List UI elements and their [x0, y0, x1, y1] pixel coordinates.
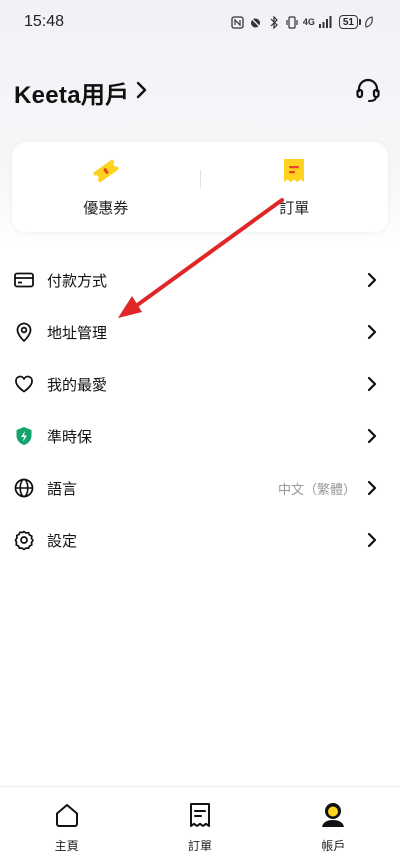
- account-header: Keeta用戶: [14, 72, 386, 112]
- nav-label: 訂單: [187, 839, 212, 853]
- nav-tab-orders[interactable]: 訂單: [133, 801, 266, 854]
- menu-label: 我的最愛: [47, 376, 108, 394]
- nav-label: 主頁: [54, 839, 79, 853]
- coupon-icon: [91, 156, 121, 191]
- nav-tab-home[interactable]: 主頁: [0, 801, 133, 854]
- menu-label: 準時保: [47, 428, 93, 446]
- alarm-off-icon: [249, 15, 263, 29]
- chevron-right-icon: [366, 532, 378, 548]
- user-name: Keeta用戶: [14, 81, 130, 109]
- heart-icon: [13, 373, 35, 395]
- account-menu: 付款方式 地址管理 我的最愛 準時保 語言 中文（繁體） 設定: [0, 254, 400, 566]
- status-bar: 15:48 4G 51: [0, 0, 400, 44]
- menu-item-payment-methods[interactable]: 付款方式: [0, 254, 400, 306]
- signal-icon: [319, 15, 333, 29]
- location-pin-icon: [13, 321, 35, 343]
- globe-icon: [13, 477, 35, 499]
- status-time: 15:48: [24, 13, 65, 30]
- menu-label: 地址管理: [47, 324, 108, 342]
- gear-icon: [13, 529, 35, 551]
- chevron-right-icon: [366, 480, 378, 496]
- bottom-nav: 主頁 訂單 帳戶: [0, 786, 400, 866]
- leaf-icon: [362, 15, 376, 29]
- chevron-right-icon: [135, 81, 147, 104]
- chevron-right-icon: [366, 272, 378, 288]
- home-icon: [53, 801, 81, 834]
- receipt-icon: [280, 156, 308, 191]
- coupons-label: 優惠券: [83, 200, 129, 217]
- shortcut-card: 優惠券 訂單: [12, 142, 388, 232]
- menu-item-settings[interactable]: 設定: [0, 514, 400, 566]
- chevron-right-icon: [366, 376, 378, 392]
- menu-label: 付款方式: [47, 272, 108, 290]
- shield-bolt-icon: [13, 425, 35, 447]
- battery-indicator: 51: [338, 15, 362, 29]
- bluetooth-icon: [267, 15, 281, 29]
- receipt-icon: [186, 801, 214, 834]
- orders-label: 訂單: [279, 200, 310, 217]
- status-icons: 4G 51: [231, 15, 376, 29]
- menu-item-address-management[interactable]: 地址管理: [0, 306, 400, 358]
- account-icon: [319, 801, 347, 834]
- nfc-icon: [231, 15, 245, 29]
- headset-icon: [354, 76, 382, 109]
- support-button[interactable]: [350, 74, 386, 110]
- chevron-right-icon: [366, 428, 378, 444]
- credit-card-icon: [13, 269, 35, 291]
- network-label: 4G: [302, 17, 315, 27]
- menu-item-favorites[interactable]: 我的最愛: [0, 358, 400, 410]
- coupons-shortcut[interactable]: 優惠券: [12, 142, 200, 232]
- vibrate-icon: [285, 15, 299, 29]
- profile-link[interactable]: Keeta用戶: [14, 75, 147, 110]
- nav-tab-account[interactable]: 帳戶: [267, 801, 400, 854]
- nav-label: 帳戶: [321, 839, 346, 853]
- menu-label: 設定: [47, 532, 78, 550]
- chevron-right-icon: [366, 324, 378, 340]
- current-language: 中文（繁體）: [277, 481, 356, 497]
- orders-shortcut[interactable]: 訂單: [201, 142, 389, 232]
- menu-label: 語言: [47, 480, 78, 498]
- menu-item-language[interactable]: 語言 中文（繁體）: [0, 462, 400, 514]
- menu-item-on-time-guarantee[interactable]: 準時保: [0, 410, 400, 462]
